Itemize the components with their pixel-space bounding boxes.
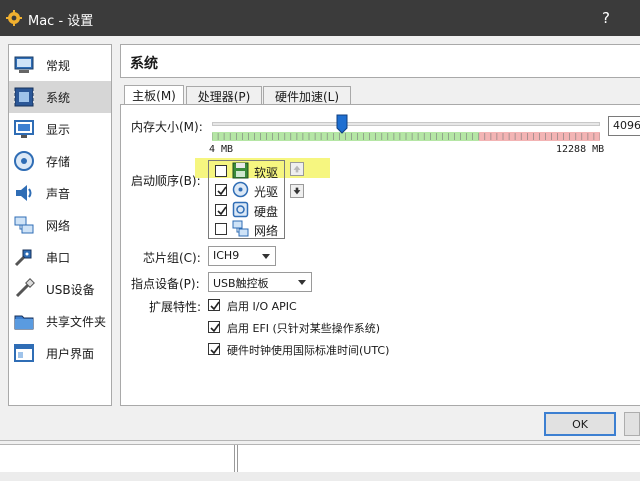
sidebar-item-usb[interactable]: USB设备 — [9, 273, 111, 305]
chipset-select[interactable]: ICH9 — [208, 246, 276, 266]
sidebar-item-label: 用户界面 — [46, 347, 95, 361]
optical-checkbox[interactable] — [215, 184, 227, 196]
boot-item-floppy[interactable]: 软驱 — [209, 161, 284, 180]
sidebar-item-general[interactable]: 常规 — [9, 49, 111, 81]
window-title: Mac - 设置 — [28, 14, 94, 29]
audio-icon — [16, 185, 32, 201]
boot-item-label: 硬盘 — [254, 205, 279, 219]
memory-slider-ticks — [212, 133, 600, 140]
settings-gear-icon — [6, 10, 22, 26]
sidebar-item-user-interface[interactable]: 用户界面 — [9, 337, 111, 369]
memory-slider-track[interactable] — [212, 122, 600, 126]
efi-checkbox[interactable] — [208, 321, 220, 333]
sidebar-item-audio[interactable]: 声音 — [9, 177, 111, 209]
sidebar-item-shared-folders[interactable]: 共享文件夹 — [9, 305, 111, 337]
status-bar — [0, 444, 640, 481]
network-icon — [14, 216, 34, 234]
sidebar-item-system[interactable]: 系统 — [9, 81, 111, 113]
tab-acceleration[interactable]: 硬件加速(L) — [263, 86, 351, 105]
footer-divider — [0, 440, 640, 441]
chipset-label: 芯片组(C): — [143, 251, 201, 265]
utc-checkbox[interactable] — [208, 343, 220, 355]
sidebar-item-label: 系统 — [46, 91, 71, 105]
sidebar-item-label: USB设备 — [46, 283, 95, 297]
system-icon — [13, 87, 35, 107]
title-bar: Mac - 设置 ? — [0, 0, 640, 36]
shared-folder-icon — [14, 315, 34, 330]
sidebar-item-label: 共享文件夹 — [46, 315, 107, 329]
page-heading: 系统 — [120, 44, 640, 78]
utc-option[interactable]: 硬件时钟使用国际标准时间(UTC) — [208, 341, 418, 359]
ok-button[interactable]: OK — [544, 412, 616, 436]
usb-icon — [15, 278, 35, 298]
display-icon — [14, 120, 34, 138]
general-icon — [14, 56, 34, 73]
sidebar-item-label: 声音 — [46, 187, 71, 201]
pointing-device-select[interactable]: USB触控板 — [208, 272, 312, 292]
chipset-value: ICH9 — [213, 249, 240, 262]
tab-motherboard[interactable]: 主板(M) — [124, 85, 184, 105]
boot-item-label: 网络 — [254, 224, 279, 238]
io-apic-label: 启用 I/O APIC — [227, 300, 297, 313]
network-boot-checkbox[interactable] — [215, 223, 227, 235]
sidebar-item-serial-port[interactable]: 串口 — [9, 241, 111, 273]
io-apic-checkbox[interactable] — [208, 299, 220, 311]
serial-port-icon — [14, 249, 32, 267]
extended-features-label: 扩展特性: — [149, 300, 202, 314]
chevron-down-icon — [298, 280, 306, 285]
help-button[interactable]: ? — [596, 8, 616, 28]
move-down-button[interactable] — [290, 184, 304, 198]
sidebar-item-label: 常规 — [46, 59, 71, 73]
memory-max-label: 12288 MB — [556, 144, 605, 155]
efi-label: 启用 EFI (只针对某些操作系统) — [227, 322, 381, 335]
utc-label: 硬件时钟使用国际标准时间(UTC) — [227, 344, 390, 357]
chevron-down-icon — [262, 254, 270, 259]
optical-drive-icon — [232, 181, 249, 198]
network-boot-icon — [232, 220, 249, 237]
boot-item-hard-disk[interactable]: 硬盘 — [209, 200, 284, 219]
cancel-button[interactable] — [624, 412, 640, 436]
sidebar-item-label: 串口 — [46, 251, 71, 265]
boot-order-list: 软驱 光驱 硬盘 网络 — [208, 160, 285, 239]
boot-order-label: 启动顺序(B): — [131, 174, 201, 188]
sidebar-item-label: 网络 — [46, 219, 71, 233]
memory-slider-thumb[interactable] — [336, 114, 348, 134]
tab-processor[interactable]: 处理器(P) — [186, 86, 262, 105]
boot-item-optical[interactable]: 光驱 — [209, 180, 284, 199]
settings-sidebar: 常规 系统 显示 存储 声音 网络 串口 USB设备 共享文件夹 用户界面 — [8, 44, 112, 406]
user-interface-icon — [14, 344, 34, 362]
sidebar-item-network[interactable]: 网络 — [9, 209, 111, 241]
memory-min-label: 4 MB — [209, 144, 234, 155]
boot-item-label: 光驱 — [254, 185, 279, 199]
boot-item-network[interactable]: 网络 — [209, 219, 284, 238]
page-title: 系统 — [130, 56, 158, 72]
hard-disk-checkbox[interactable] — [215, 204, 227, 216]
boot-item-label: 软驱 — [254, 166, 279, 180]
move-up-button[interactable] — [290, 162, 304, 176]
efi-option[interactable]: 启用 EFI (只针对某些操作系统) — [208, 319, 408, 337]
pointing-device-label: 指点设备(P): — [131, 277, 200, 291]
sidebar-item-label: 显示 — [46, 123, 71, 137]
floppy-icon — [232, 162, 249, 179]
storage-icon — [14, 151, 34, 171]
io-apic-option[interactable]: 启用 I/O APIC — [208, 297, 328, 315]
floppy-checkbox[interactable] — [215, 165, 227, 177]
memory-size-input[interactable]: 4096 — [608, 116, 640, 136]
pointing-device-value: USB触控板 — [213, 277, 269, 290]
sidebar-item-display[interactable]: 显示 — [9, 113, 111, 145]
sidebar-item-label: 存储 — [46, 155, 71, 169]
memory-size-label: 内存大小(M): — [131, 120, 203, 134]
hard-disk-icon — [232, 201, 249, 218]
sidebar-item-storage[interactable]: 存储 — [9, 145, 111, 177]
